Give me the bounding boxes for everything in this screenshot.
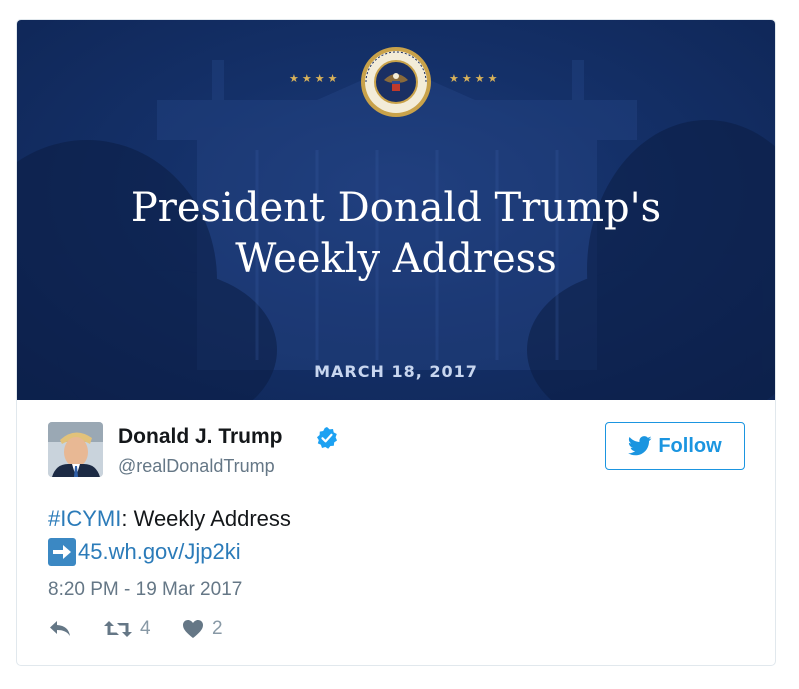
retweet-button[interactable]: 4 bbox=[104, 618, 151, 640]
profile-photo-icon bbox=[48, 422, 103, 477]
banner-date: MARCH 18, 2017 bbox=[314, 362, 478, 381]
heart-icon bbox=[183, 620, 203, 638]
tweet-text: #ICYMI: Weekly Address bbox=[48, 506, 291, 532]
follow-button[interactable]: Follow bbox=[605, 422, 745, 470]
reply-button[interactable] bbox=[48, 618, 72, 638]
decorative-stars-left: ★★★★ bbox=[289, 72, 341, 85]
tweet-image-banner[interactable]: ★★★★ ★★★★ President Donald Trump's Weekl… bbox=[17, 20, 775, 400]
like-count: 2 bbox=[212, 618, 223, 639]
verified-badge-icon bbox=[317, 427, 337, 449]
like-button[interactable]: 2 bbox=[182, 618, 223, 640]
retweet-icon bbox=[104, 621, 132, 637]
reply-icon bbox=[50, 621, 70, 636]
twitter-bird-icon bbox=[628, 436, 652, 456]
tweet-text-body: : Weekly Address bbox=[121, 506, 291, 531]
tweet-url-link[interactable]: 45.wh.gov/Jjp2ki bbox=[78, 539, 241, 565]
banner-headline-line2: Weekly Address bbox=[235, 236, 557, 282]
decorative-stars-right: ★★★★ bbox=[449, 72, 501, 85]
tweet-timestamp[interactable]: 8:20 PM - 19 Mar 2017 bbox=[48, 579, 242, 601]
follow-button-label: Follow bbox=[658, 434, 722, 457]
banner-headline-line1: President Donald Trump's bbox=[130, 185, 662, 231]
presidential-seal-icon bbox=[361, 47, 431, 117]
author-handle[interactable]: @realDonaldTrump bbox=[118, 456, 275, 477]
tweet-link-line: 45.wh.gov/Jjp2ki bbox=[48, 538, 241, 566]
right-arrow-emoji-icon bbox=[48, 538, 76, 566]
avatar[interactable] bbox=[48, 422, 103, 477]
hashtag-link[interactable]: #ICYMI bbox=[48, 506, 121, 531]
author-name[interactable]: Donald J. Trump bbox=[118, 425, 283, 449]
retweet-count: 4 bbox=[140, 618, 151, 639]
tweet-card: ★★★★ ★★★★ President Donald Trump's Weekl… bbox=[16, 19, 776, 666]
